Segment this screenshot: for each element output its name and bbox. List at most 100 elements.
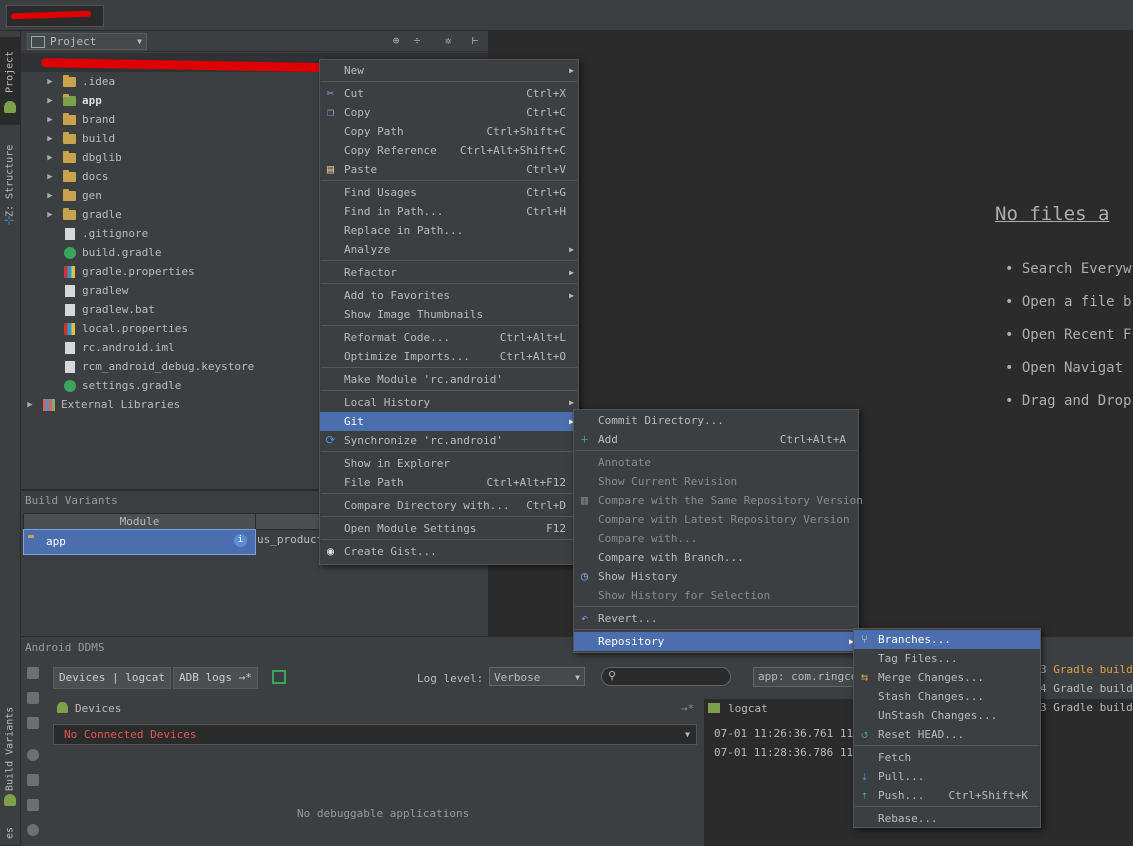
tree-item-gradlew-bat[interactable]: gradlew.bat [45,300,155,319]
menu-item-find-in-path[interactable]: Find in Path... Ctrl+H [320,202,578,221]
expand-arrow-icon[interactable]: ▶ [45,172,55,182]
repo-menu-item-unstash-changes[interactable]: UnStash Changes... [854,706,1040,725]
expand-arrow-icon[interactable]: ▶ [45,134,55,144]
collapse-all-icon[interactable]: ÷ [410,34,424,48]
tab-adb-logs[interactable]: ADB logs →* [172,667,258,689]
device-select[interactable]: No Connected Devices ▼ [53,724,697,745]
git-submenu: Commit Directory... + Add Ctrl+Alt+A Annotat… [573,409,863,653]
stop-icon[interactable] [27,749,39,761]
tree-item-build-gradle[interactable]: build.gradle [45,243,161,262]
camera-icon[interactable] [27,667,39,679]
git-menu-item-compare-with-latest-repository-version[interactable]: Compare with Latest Repository Version [574,510,858,529]
menu-item-new[interactable]: New ▶ [320,61,578,80]
git-menu-item-add[interactable]: + Add Ctrl+Alt+A [574,430,858,449]
git-menu-item-compare-with-the-same-repository-version[interactable]: ▥ Compare with the Same Repository Versio… [574,491,863,510]
git-menu-item-compare-with[interactable]: Compare with... [574,529,858,548]
repo-menu-item-fetch[interactable]: Fetch [854,748,1040,767]
gear-icon[interactable] [27,824,39,836]
repo-menu-item-stash-changes[interactable]: Stash Changes... [854,687,1040,706]
table-row[interactable]: app i [23,529,256,555]
record-icon[interactable] [27,692,39,704]
expand-arrow-icon[interactable]: ▶ [45,210,55,220]
info-icon[interactable]: i [234,534,247,547]
expand-arrow-icon[interactable]: ▶ [45,77,55,87]
menu-item-show-in-explorer[interactable]: Show in Explorer [320,454,578,473]
gear-icon[interactable]: ✲ [441,34,455,48]
app-filter-select[interactable]: app: com.ringcen [753,667,863,687]
git-menu-item-revert[interactable]: ↶ Revert... [574,609,858,628]
tree-item-local-properties[interactable]: local.properties [45,319,188,338]
inspect-icon[interactable] [27,717,39,729]
menu-item-create-gist[interactable]: ◉ Create Gist... [320,542,578,561]
tree-item-dbglib[interactable]: ▶ dbglib [45,148,122,167]
repo-menu-item-branches[interactable]: ⑂ Branches... [854,630,1040,649]
menu-item-show-image-thumbnails[interactable]: Show Image Thumbnails [320,305,578,324]
git-menu-item-compare-with-branch[interactable]: Compare with Branch... [574,548,858,567]
expand-arrow-icon[interactable]: ▶ [45,153,55,163]
expand-arrow-icon[interactable]: ▶ [45,96,55,106]
menu-item-synchronize-rc-android[interactable]: ⟳ Synchronize 'rc.android' [320,431,578,450]
dump-icon[interactable] [27,799,39,811]
menu-item-copy-path[interactable]: Copy Path Ctrl+Shift+C [320,122,578,141]
menu-item-copy[interactable]: ❐ Copy Ctrl+C [320,103,578,122]
pin-icon[interactable]: →* [681,702,694,715]
tree-item-app[interactable]: ▶ app [45,91,102,110]
repo-menu-item-reset-head[interactable]: ↺ Reset HEAD... [854,725,1040,744]
tab-devices-logcat[interactable]: Devices | logcat [53,667,171,689]
menu-item-local-history[interactable]: Local History ▶ [320,393,578,412]
expand-arrow-icon[interactable]: ▶ [45,191,55,201]
tree-item-settings-gradle[interactable]: settings.gradle [45,376,181,395]
repo-menu-item-merge-changes[interactable]: ⇆ Merge Changes... [854,668,1040,687]
tree-item-idea[interactable]: ▶ .idea [45,72,115,91]
git-menu-item-show-history[interactable]: ◷ Show History [574,567,858,586]
expand-arrow-icon[interactable]: ▶ [45,115,55,125]
menu-item-git[interactable]: Git ▶ [320,412,578,431]
repo-menu-item-tag-files[interactable]: Tag Files... [854,649,1040,668]
menu-item-cut[interactable]: ✂ Cut Ctrl+X [320,84,578,103]
variant-cell[interactable]: us_product [257,533,323,546]
project-view-selector[interactable]: Project ▼ [27,33,147,50]
tree-item-gitignore[interactable]: .gitignore [45,224,148,243]
logcat-search-input[interactable]: ⚲ [601,667,731,686]
git-menu-item-show-current-revision[interactable]: Show Current Revision [574,472,858,491]
terminal-icon[interactable] [27,774,39,786]
menu-item-make-module-rc-android[interactable]: Make Module 'rc.android' [320,370,578,389]
repo-menu-item-pull[interactable]: ⇣ Pull... [854,767,1040,786]
menu-item-analyze[interactable]: Analyze ▶ [320,240,578,259]
menu-item-reformat-code[interactable]: Reformat Code... Ctrl+Alt+L [320,328,578,347]
tree-item-gradle[interactable]: ▶ gradle [45,205,122,224]
repo-menu-item-push[interactable]: ⇡ Push... Ctrl+Shift+K [854,786,1040,805]
menu-item-paste[interactable]: ▤ Paste Ctrl+V [320,160,578,179]
tree-item-gradlew[interactable]: gradlew [45,281,128,300]
tree-item-external-libraries[interactable]: ▶ External Libraries [25,395,180,414]
git-menu-item-repository[interactable]: Repository ▶ [574,632,858,651]
menu-item-add-to-favorites[interactable]: Add to Favorites ▶ [320,286,578,305]
log-level-select[interactable]: Verbose ▼ [489,667,585,686]
repo-menu-item-rebase[interactable]: Rebase... [854,809,1040,828]
menu-item-find-usages[interactable]: Find Usages Ctrl+G [320,183,578,202]
git-menu-item-commit-directory[interactable]: Commit Directory... [574,411,858,430]
expand-arrow-icon[interactable]: ▶ [25,400,35,410]
menu-item-open-module-settings[interactable]: Open Module Settings F12 [320,519,578,538]
menu-item-replace-in-path[interactable]: Replace in Path... [320,221,578,240]
menu-item-optimize-imports[interactable]: Optimize Imports... Ctrl+Alt+O [320,347,578,366]
tree-item-gen[interactable]: ▶ gen [45,186,102,205]
tool-tab-favorites[interactable]: es [0,821,20,845]
tree-item-rcm-android-debug-keystore[interactable]: rcm_android_debug.keystore [45,357,254,376]
git-menu-item-show-history-for-selection[interactable]: Show History for Selection [574,586,858,605]
tool-tab-build-variants[interactable]: Build Variants [0,699,20,799]
menu-item-compare-directory-with[interactable]: Compare Directory with... Ctrl+D [320,496,578,515]
menu-item-copy-reference[interactable]: Copy Reference Ctrl+Alt+Shift+C [320,141,578,160]
screen-record-icon[interactable] [271,670,286,684]
git-menu-item-annotate[interactable]: Annotate [574,453,858,472]
tree-item-docs[interactable]: ▶ docs [45,167,109,186]
breadcrumb-redacted[interactable] [6,5,104,27]
menu-item-refactor[interactable]: Refactor ▶ [320,263,578,282]
hide-panel-icon[interactable]: ⊢ [468,34,482,48]
tree-item-build[interactable]: ▶ build [45,129,115,148]
tree-item-brand[interactable]: ▶ brand [45,110,115,129]
target-icon[interactable]: ⊕ [389,34,403,48]
tree-item-gradle-properties[interactable]: gradle.properties [45,262,195,281]
tree-item-rc-android-iml[interactable]: rc.android.iml [45,338,175,357]
menu-item-file-path[interactable]: File Path Ctrl+Alt+F12 [320,473,578,492]
